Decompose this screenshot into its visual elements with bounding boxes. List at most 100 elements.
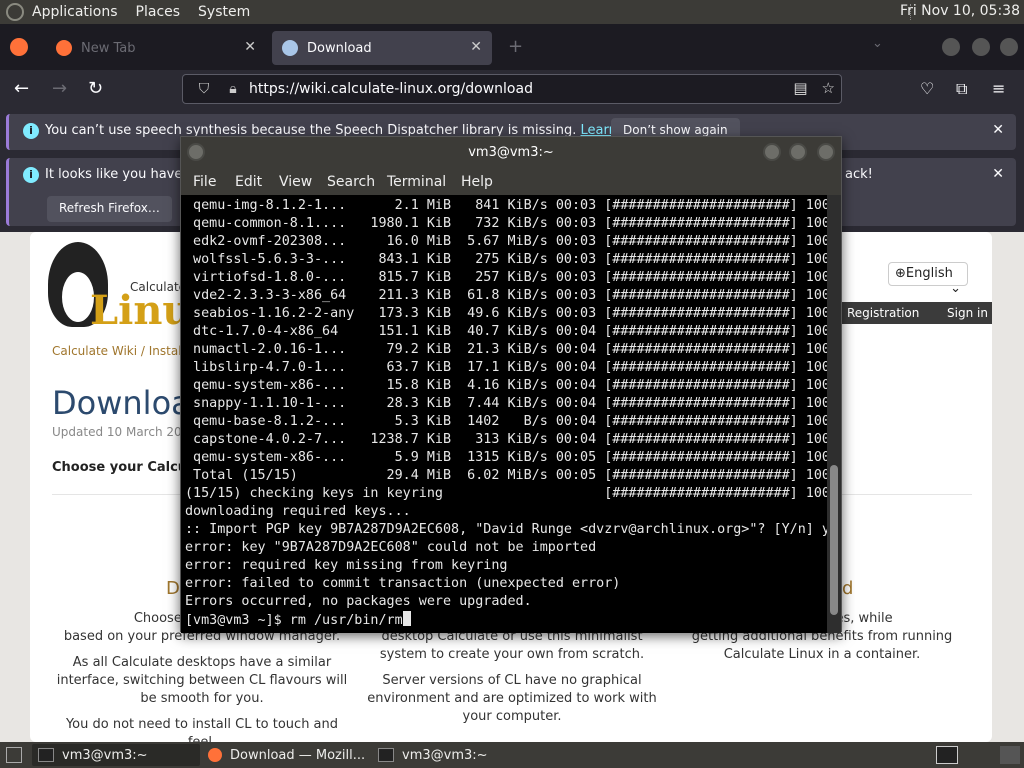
hamburger-menu-icon[interactable]: ≡ [992, 79, 1005, 98]
terminal-line: downloading required keys... [185, 504, 411, 519]
terminal-icon [38, 748, 54, 762]
scrollbar-thumb[interactable] [830, 465, 838, 615]
close-icon[interactable]: ✕ [244, 39, 256, 55]
browser-navbar: ← → ↻ ⛉ 🔒︎ https://wiki.calculate-linux.… [0, 70, 1024, 110]
terminal-line: vde2-2.3.3-3-x86_64 211.3 KiB 61.8 KiB/s… [185, 288, 827, 303]
calculate-linux-logo[interactable]: Linux Calculate [40, 242, 215, 334]
maximize-icon[interactable] [972, 38, 990, 56]
terminal-prompt-line[interactable]: [vm3@vm3 ~]$ rm /usr/bin/rm [185, 611, 827, 630]
terminal-title: vm3@vm3:~ [468, 145, 554, 160]
terminal-output[interactable]: qemu-img-8.1.2-1... 2.1 MiB 841 KiB/s 00… [181, 195, 827, 633]
tab-label: Download [307, 40, 372, 56]
clock[interactable]: Fri Nov 10, 05:38 [900, 3, 1020, 19]
trash-icon[interactable] [1000, 746, 1020, 764]
menu-view[interactable]: View [279, 174, 312, 190]
text-cursor [402, 611, 411, 626]
terminal-line: qemu-system-x86-... 5.9 MiB 1315 KiB/s 0… [185, 450, 827, 465]
terminal-line: libslirp-4.7.0-1... 63.7 KiB 17.1 KiB/s … [185, 360, 827, 375]
close-icon[interactable] [817, 143, 835, 161]
col1-line: As all Calculate desktops have a similar… [56, 655, 348, 706]
terminal-line: qemu-img-8.1.2-1... 2.1 MiB 841 KiB/s 00… [185, 198, 827, 213]
back-icon[interactable]: ← [14, 78, 29, 99]
applications-menu[interactable]: Applications [32, 4, 118, 20]
firefox-icon [56, 40, 72, 56]
url-text[interactable]: https://wiki.calculate-linux.org/downloa… [249, 81, 533, 97]
terminal-line: error: required key missing from keyring [185, 558, 508, 573]
reader-view-icon[interactable]: ▤ [793, 79, 807, 97]
browser-tab-strip: New Tab ✕ Download ✕ + ⌄ [0, 24, 1024, 70]
col1-title: D [166, 578, 180, 599]
shield-icon[interactable]: ⛉ [191, 81, 217, 97]
bottom-panel: vm3@vm3:~ Download — Mozill... vm3@vm3:~ [0, 742, 1024, 768]
terminal-line: Errors occurred, no packages were upgrad… [185, 594, 532, 609]
firefox-icon [208, 748, 222, 762]
server-column: desktop Calculate or use this minimalist… [362, 628, 662, 734]
col2-line: desktop Calculate or use this minimalist… [379, 629, 645, 662]
tab-download[interactable]: Download ✕ [272, 31, 492, 65]
menu-terminal[interactable]: Terminal [387, 174, 446, 190]
tab-new-tab[interactable]: New Tab ✕ [46, 31, 266, 65]
terminal-line: dtc-1.7.0-4-x86_64 151.1 KiB 40.7 KiB/s … [185, 324, 827, 339]
registration-link[interactable]: Registration [847, 306, 919, 320]
terminal-line: qemu-base-8.1.2-... 5.3 KiB 1402 B/s 00:… [185, 414, 827, 429]
terminal-line: numactl-2.0.16-1... 79.2 KiB 21.3 KiB/s … [185, 342, 827, 357]
window-menu-icon[interactable] [187, 143, 205, 161]
flag-icon: ⊕ [895, 266, 906, 281]
minimize-icon[interactable] [942, 38, 960, 56]
menu-edit[interactable]: Edit [235, 174, 262, 190]
info-icon: i [23, 123, 39, 139]
terminal-prompt[interactable]: [vm3@vm3 ~]$ rm /usr/bin/rm [185, 613, 403, 628]
col3-title: d [842, 578, 854, 599]
new-tab-icon[interactable]: + [508, 36, 523, 57]
taskbar-item-firefox[interactable]: Download — Mozill... [202, 744, 368, 766]
close-icon[interactable]: ✕ [992, 166, 1004, 182]
list-tabs-icon[interactable]: ⌄ [872, 36, 883, 51]
taskbar-item-terminal-2[interactable]: vm3@vm3:~ [372, 744, 540, 766]
terminal-line: qemu-common-8.1.... 1980.1 KiB 732 KiB/s… [185, 216, 827, 231]
terminal-line: capstone-4.0.2-7... 1238.7 KiB 313 KiB/s… [185, 432, 827, 447]
terminal-line: snappy-1.1.10-1-... 28.3 KiB 7.44 KiB/s … [185, 396, 827, 411]
top-panel: Applications Places System Fri Nov 10, 0… [0, 0, 1024, 24]
language-select[interactable]: ⊕English ⌄ [888, 262, 968, 296]
pocket-icon[interactable]: ♡ [920, 79, 934, 98]
url-bar[interactable]: ⛉ 🔒︎ https://wiki.calculate-linux.org/do… [182, 74, 842, 104]
firefox-view-icon[interactable] [10, 38, 28, 56]
workspace-switcher-icon[interactable] [936, 746, 958, 764]
places-menu[interactable]: Places [136, 4, 181, 20]
terminal-window[interactable]: vm3@vm3:~ File Edit View Search Terminal… [180, 136, 842, 633]
close-window-icon[interactable] [1000, 38, 1018, 56]
taskbar-label: Download — Mozill... [230, 747, 366, 763]
notice-text: It looks like you haven’t [45, 167, 200, 182]
extensions-icon[interactable]: ⧉ [956, 79, 967, 99]
choose-heading: Choose your Calcula [52, 460, 201, 475]
minimize-icon[interactable] [763, 143, 781, 161]
terminal-menubar: File Edit View Search Terminal Help [181, 169, 841, 195]
terminal-icon [378, 748, 394, 762]
forward-icon[interactable]: → [52, 78, 67, 99]
signin-link[interactable]: Sign in [947, 306, 988, 320]
top-nav: Registration Sign in [820, 302, 992, 324]
show-desktop-icon[interactable] [6, 747, 22, 763]
terminal-line: edk2-ovmf-202308... 16.0 MiB 5.67 MiB/s … [185, 234, 827, 249]
bookmark-star-icon[interactable]: ☆ [822, 79, 835, 97]
terminal-scrollbar[interactable] [827, 195, 841, 633]
menu-search[interactable]: Search [327, 174, 375, 190]
lock-icon[interactable]: 🔒︎ [225, 81, 241, 97]
terminal-line: qemu-system-x86-... 15.8 KiB 4.16 KiB/s … [185, 378, 827, 393]
col3-line: getting additional benefits from running… [691, 629, 953, 662]
distro-logo-icon[interactable] [6, 3, 24, 21]
refresh-firefox-button[interactable]: Refresh Firefox… [47, 196, 172, 222]
menu-help[interactable]: Help [461, 174, 493, 190]
close-icon[interactable]: ✕ [992, 122, 1004, 138]
reload-icon[interactable]: ↻ [88, 78, 103, 99]
chevron-down-icon: ⌄ [950, 281, 961, 296]
close-icon[interactable]: ✕ [470, 39, 482, 55]
col2-line: Server versions of CL have no graphical … [367, 673, 657, 724]
system-menu[interactable]: System [198, 4, 250, 20]
terminal-line: :: Import PGP key 9B7A287D9A2EC608, "Dav… [185, 522, 827, 537]
terminal-titlebar[interactable]: vm3@vm3:~ [181, 137, 841, 169]
notice-text-tail: ack! [845, 167, 873, 182]
maximize-icon[interactable] [789, 143, 807, 161]
menu-file[interactable]: File [193, 174, 216, 190]
taskbar-item-terminal[interactable]: vm3@vm3:~ [32, 744, 200, 766]
